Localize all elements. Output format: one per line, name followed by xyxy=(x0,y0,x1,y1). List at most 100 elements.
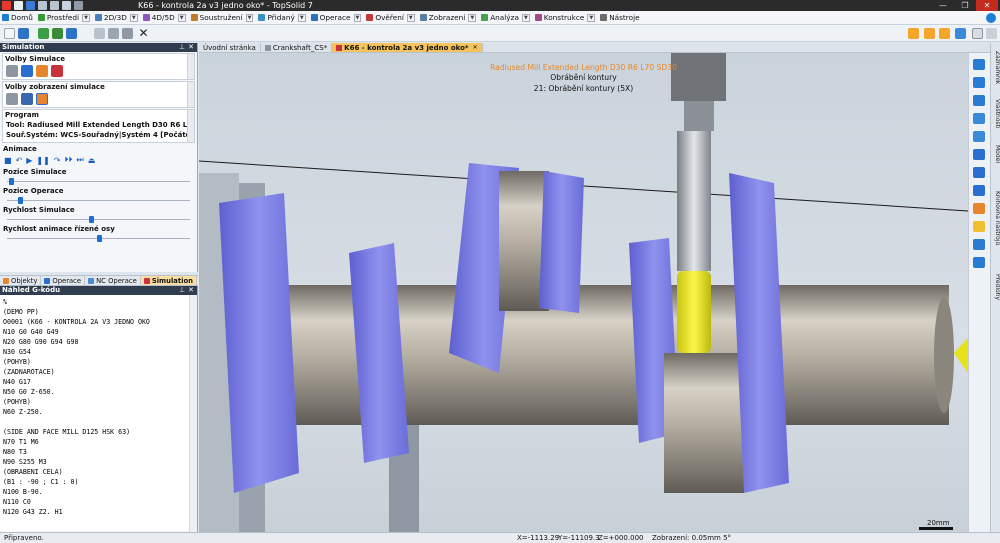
view-shading-icon[interactable] xyxy=(973,185,985,196)
tab-uvodni-stranka[interactable]: Úvodní stránka xyxy=(199,43,261,52)
snap-grid-icon[interactable] xyxy=(924,28,935,39)
scrollbar[interactable] xyxy=(187,110,194,142)
display-axes-icon[interactable] xyxy=(21,93,33,105)
play-icon[interactable]: ▶ xyxy=(26,156,32,165)
slider-thumb[interactable] xyxy=(17,197,23,204)
simulation-speed-slider[interactable] xyxy=(7,216,190,223)
fast-forward-icon[interactable]: ⏵⏵ xyxy=(65,155,73,165)
view-render-icon[interactable] xyxy=(973,221,985,232)
tab-simulation[interactable]: Simulation xyxy=(140,276,197,285)
view-fit-icon[interactable] xyxy=(973,131,985,142)
dropdown-arrow-icon[interactable]: ▼ xyxy=(468,13,477,22)
pin-icon[interactable]: ⊥ xyxy=(179,43,185,52)
view-pan-icon[interactable] xyxy=(973,95,985,106)
snap-icon[interactable] xyxy=(908,28,919,39)
menu-konstrukce[interactable]: Konstrukce ▼ xyxy=(533,11,598,25)
close-icon[interactable]: ✕ xyxy=(188,286,194,295)
tab-crankshaft[interactable]: Crankshaft_CS* xyxy=(261,43,333,52)
dropdown-arrow-icon[interactable]: ▼ xyxy=(353,13,362,22)
3d-viewport[interactable]: Radiused Mill Extended Length D30 R6 L70… xyxy=(199,53,968,532)
menu-4d5d[interactable]: 4D/5D ▼ xyxy=(141,11,189,25)
tool-path-icon[interactable] xyxy=(21,65,33,77)
tab-nc-operace[interactable]: NC Operace xyxy=(85,276,141,285)
import-icon[interactable] xyxy=(38,28,49,39)
step-forward-icon[interactable]: ↷ xyxy=(54,156,61,165)
view-cube-icon[interactable] xyxy=(973,149,985,160)
stop-icon[interactable]: ■ xyxy=(4,156,12,165)
scrollbar[interactable] xyxy=(187,54,194,79)
menu-pridany[interactable]: Přidaný ▼ xyxy=(256,11,308,25)
side-tab-model[interactable]: Model xyxy=(991,139,1000,169)
dropdown-arrow-icon[interactable]: ▼ xyxy=(82,13,90,22)
display-part-icon[interactable] xyxy=(36,93,48,105)
view-settings-icon[interactable] xyxy=(972,28,983,39)
update-icon[interactable] xyxy=(52,28,63,39)
export-icon[interactable] xyxy=(66,28,77,39)
menu-prostredi[interactable]: Prostředí ▼ xyxy=(36,11,93,25)
redo-icon[interactable] xyxy=(50,1,59,10)
display-machine-icon[interactable] xyxy=(6,93,18,105)
stock-icon[interactable] xyxy=(51,65,63,77)
axis-animation-speed-slider[interactable] xyxy=(7,235,190,242)
fast-forward-end-icon[interactable]: ⏭ xyxy=(77,155,84,165)
open-icon[interactable] xyxy=(18,28,29,39)
slider-thumb[interactable] xyxy=(8,178,14,185)
menu-analyza[interactable]: Analýza ▼ xyxy=(479,11,533,25)
pin-icon[interactable]: ⊥ xyxy=(179,286,185,295)
copy-icon[interactable] xyxy=(94,28,105,39)
pause-icon[interactable]: ❚❚ xyxy=(36,156,49,165)
close-tab-icon[interactable]: ✕ xyxy=(473,43,478,53)
close-icon[interactable]: ✕ xyxy=(188,43,194,52)
view-rotate-icon[interactable] xyxy=(973,77,985,88)
view-section-icon[interactable] xyxy=(973,167,985,178)
side-tab-knihovna[interactable]: Knihovna nástrojů xyxy=(991,173,1000,263)
properties-icon[interactable] xyxy=(122,28,133,39)
slider-thumb[interactable] xyxy=(89,216,95,223)
new-document-icon[interactable] xyxy=(4,28,15,39)
help-icon[interactable] xyxy=(986,13,996,23)
machine-icon[interactable] xyxy=(6,65,18,77)
tab-objekty[interactable]: Objekty xyxy=(0,276,42,285)
scrollbar[interactable] xyxy=(187,82,194,107)
dropdown-arrow-icon[interactable]: ▼ xyxy=(177,13,186,22)
menu-domu[interactable]: Domů xyxy=(0,11,36,25)
save-icon[interactable] xyxy=(26,1,35,10)
side-tab-zaznamnik[interactable]: Záznamník xyxy=(991,47,1000,89)
dropdown-arrow-icon[interactable]: ▼ xyxy=(245,13,254,22)
view-camera-icon[interactable] xyxy=(973,257,985,268)
menu-operace[interactable]: Operace ▼ xyxy=(309,11,365,25)
dropdown-arrow-icon[interactable]: ▼ xyxy=(521,13,530,22)
undo-icon[interactable] xyxy=(38,1,47,10)
dropdown-arrow-icon[interactable]: ▼ xyxy=(587,13,596,22)
snap-edges-icon[interactable] xyxy=(955,28,966,39)
view-zoom-icon[interactable] xyxy=(973,113,985,124)
menu-2d3d[interactable]: 2D/3D ▼ xyxy=(93,11,141,25)
view-light-icon[interactable] xyxy=(973,239,985,250)
tab-operace[interactable]: Operace xyxy=(41,276,86,285)
slider-thumb[interactable] xyxy=(96,235,102,242)
menu-nastroje[interactable]: Nástroje xyxy=(598,11,642,25)
print-icon[interactable] xyxy=(62,1,71,10)
new-icon[interactable] xyxy=(14,1,23,10)
dropdown-arrow-icon[interactable]: ▼ xyxy=(297,13,306,22)
snap-points-icon[interactable] xyxy=(939,28,950,39)
gcode-text[interactable]: % (DEMO PP) O0001 (K66 - KONTROLA 2A V3 JE… xyxy=(0,295,197,531)
menu-soustruzeni[interactable]: Soustružení ▼ xyxy=(189,11,257,25)
app-logo-icon[interactable] xyxy=(2,1,11,10)
menu-zobrazeni[interactable]: Zobrazení ▼ xyxy=(418,11,479,25)
layout-icon[interactable] xyxy=(986,28,997,39)
view-wireframe-icon[interactable] xyxy=(973,203,985,214)
dropdown-arrow-icon[interactable]: ▼ xyxy=(406,13,415,22)
tab-k66[interactable]: K66 - kontrola 2a v3 jedno oko* ✕ xyxy=(332,43,483,53)
close-button[interactable]: ✕ xyxy=(976,0,998,11)
maximize-button[interactable]: ❐ xyxy=(954,0,976,11)
operation-position-slider[interactable] xyxy=(7,197,190,204)
material-removal-icon[interactable] xyxy=(36,65,48,77)
eject-icon[interactable]: ⏏ xyxy=(88,156,96,165)
minimize-button[interactable]: — xyxy=(932,0,954,11)
paste-icon[interactable] xyxy=(108,28,119,39)
dropdown-arrow-icon[interactable]: ▼ xyxy=(129,13,138,22)
customize-icon[interactable] xyxy=(74,1,83,10)
scrollbar[interactable] xyxy=(189,295,197,532)
menu-overeni[interactable]: Ověření ▼ xyxy=(364,11,417,25)
